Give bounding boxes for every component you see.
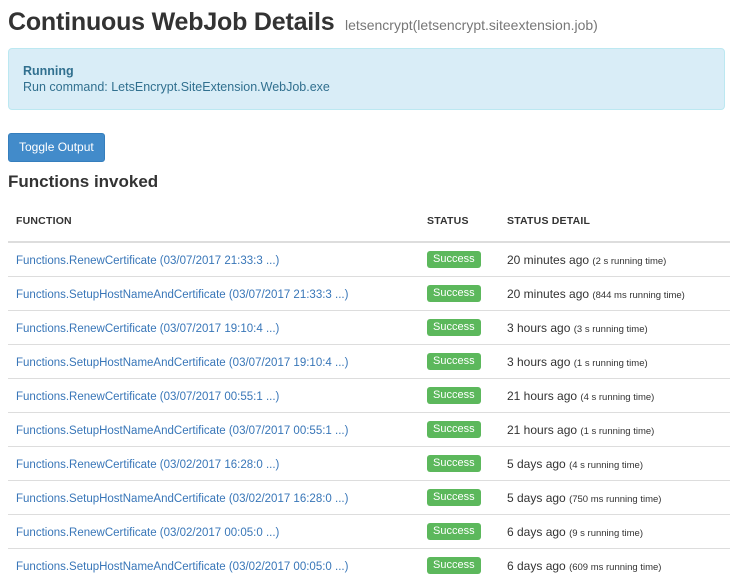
table-row: Functions.SetupHostNameAndCertificate (0…	[8, 276, 730, 311]
function-link[interactable]: Functions.RenewCertificate (03/07/2017 0…	[16, 391, 279, 403]
function-cell: Functions.SetupHostNameAndCertificate (0…	[8, 412, 419, 447]
function-link[interactable]: Functions.SetupHostNameAndCertificate (0…	[16, 425, 348, 437]
function-cell: Functions.RenewCertificate (03/07/2017 0…	[8, 378, 419, 413]
time-ago: 20 minutes ago	[507, 252, 590, 267]
table-row: Functions.RenewCertificate (03/07/2017 2…	[8, 241, 730, 277]
function-link[interactable]: Functions.RenewCertificate (03/02/2017 1…	[16, 459, 279, 471]
status-cell: Success	[419, 514, 499, 549]
status-alert: Running Run command: LetsEncrypt.SiteExt…	[8, 48, 725, 110]
running-time: (9 s running time)	[569, 527, 643, 539]
functions-table: FUNCTION STATUS STATUS DETAIL Functions.…	[8, 200, 730, 582]
status-cell: Success	[419, 480, 499, 515]
time-ago: 6 days ago	[507, 558, 566, 573]
status-cell: Success	[419, 412, 499, 447]
time-ago: 21 hours ago	[507, 422, 578, 437]
page-title: Continuous WebJob Details	[8, 8, 335, 36]
table-row: Functions.RenewCertificate (03/07/2017 0…	[8, 378, 730, 413]
function-link[interactable]: Functions.RenewCertificate (03/07/2017 2…	[16, 255, 279, 267]
table-row: Functions.SetupHostNameAndCertificate (0…	[8, 480, 730, 515]
status-cell: Success	[419, 241, 499, 277]
run-command: Run command: LetsEncrypt.SiteExtension.W…	[23, 80, 330, 94]
status-cell: Success	[419, 310, 499, 345]
status-badge: Success	[427, 421, 481, 438]
title-row: Continuous WebJob Details letsencrypt(le…	[8, 8, 598, 37]
page-subtitle: letsencrypt(letsencrypt.siteextension.jo…	[344, 17, 598, 33]
function-cell: Functions.SetupHostNameAndCertificate (0…	[8, 276, 419, 311]
table-row: Functions.SetupHostNameAndCertificate (0…	[8, 412, 730, 447]
status-badge: Success	[427, 319, 481, 336]
function-link[interactable]: Functions.RenewCertificate (03/02/2017 0…	[16, 527, 279, 539]
functions-table-body: Functions.RenewCertificate (03/07/2017 2…	[8, 241, 730, 582]
time-ago: 5 days ago	[507, 456, 566, 471]
function-cell: Functions.RenewCertificate (03/07/2017 2…	[8, 241, 419, 277]
function-cell: Functions.SetupHostNameAndCertificate (0…	[8, 344, 419, 379]
status-badge: Success	[427, 489, 481, 506]
column-header-status: STATUS	[427, 214, 469, 227]
function-link[interactable]: Functions.SetupHostNameAndCertificate (0…	[16, 357, 348, 369]
time-ago: 3 hours ago	[507, 354, 571, 369]
table-row: Functions.RenewCertificate (03/07/2017 1…	[8, 310, 730, 345]
job-status: Running	[23, 64, 74, 78]
status-cell: Success	[419, 276, 499, 311]
running-time: (609 ms running time)	[569, 561, 662, 573]
function-cell: Functions.SetupHostNameAndCertificate (0…	[8, 548, 419, 582]
functions-section-title: Functions invoked	[8, 172, 159, 191]
function-link[interactable]: Functions.RenewCertificate (03/07/2017 1…	[16, 323, 279, 335]
running-time: (4 s running time)	[580, 391, 655, 403]
running-time: (2 s running time)	[592, 255, 667, 267]
webjob-details-page: Continuous WebJob Details letsencrypt(le…	[0, 0, 738, 584]
running-time: (3 s running time)	[573, 323, 648, 335]
status-cell: Success	[419, 378, 499, 413]
function-cell: Functions.RenewCertificate (03/07/2017 1…	[8, 310, 419, 345]
time-ago: 3 hours ago	[507, 320, 571, 335]
table-header-row: FUNCTION STATUS STATUS DETAIL	[8, 200, 730, 242]
time-ago: 6 days ago	[507, 524, 566, 539]
status-detail-cell: 6 days ago (609 ms running time)	[499, 548, 730, 582]
running-time: (1 s running time)	[573, 357, 648, 369]
running-time: (1 s running time)	[580, 425, 655, 437]
status-detail-cell: 20 minutes ago (2 s running time)	[499, 241, 730, 277]
function-cell: Functions.RenewCertificate (03/02/2017 0…	[8, 514, 419, 549]
status-badge: Success	[427, 557, 481, 574]
status-detail-cell: 21 hours ago (1 s running time)	[499, 412, 730, 447]
status-detail-cell: 20 minutes ago (844 ms running time)	[499, 276, 730, 311]
running-time: (750 ms running time)	[569, 493, 662, 505]
column-header-status-detail: STATUS DETAIL	[507, 214, 591, 227]
status-badge: Success	[427, 523, 481, 540]
status-badge: Success	[427, 387, 481, 404]
status-cell: Success	[419, 446, 499, 481]
table-row: Functions.SetupHostNameAndCertificate (0…	[8, 548, 730, 582]
function-cell: Functions.RenewCertificate (03/02/2017 1…	[8, 446, 419, 481]
table-row: Functions.RenewCertificate (03/02/2017 1…	[8, 446, 730, 481]
status-badge: Success	[427, 455, 481, 472]
status-detail-cell: 21 hours ago (4 s running time)	[499, 378, 730, 413]
status-detail-cell: 3 hours ago (3 s running time)	[499, 310, 730, 345]
time-ago: 21 hours ago	[507, 388, 578, 403]
status-detail-cell: 5 days ago (750 ms running time)	[499, 480, 730, 515]
column-header-function: FUNCTION	[16, 214, 72, 227]
time-ago: 5 days ago	[507, 490, 566, 505]
status-detail-cell: 5 days ago (4 s running time)	[499, 446, 730, 481]
status-detail-cell: 6 days ago (9 s running time)	[499, 514, 730, 549]
function-link[interactable]: Functions.SetupHostNameAndCertificate (0…	[16, 289, 348, 301]
table-row: Functions.SetupHostNameAndCertificate (0…	[8, 344, 730, 379]
status-cell: Success	[419, 548, 499, 582]
running-time: (4 s running time)	[569, 459, 643, 471]
time-ago: 20 minutes ago	[507, 286, 590, 301]
function-link[interactable]: Functions.SetupHostNameAndCertificate (0…	[16, 493, 348, 505]
function-cell: Functions.SetupHostNameAndCertificate (0…	[8, 480, 419, 515]
function-link[interactable]: Functions.SetupHostNameAndCertificate (0…	[16, 561, 348, 573]
table-row: Functions.RenewCertificate (03/02/2017 0…	[8, 514, 730, 549]
status-detail-cell: 3 hours ago (1 s running time)	[499, 344, 730, 379]
status-badge: Success	[427, 353, 481, 370]
status-cell: Success	[419, 344, 499, 379]
running-time: (844 ms running time)	[592, 289, 685, 301]
status-badge: Success	[427, 285, 481, 302]
toggle-output-button[interactable]: Toggle Output	[8, 133, 105, 162]
status-badge: Success	[427, 251, 481, 268]
